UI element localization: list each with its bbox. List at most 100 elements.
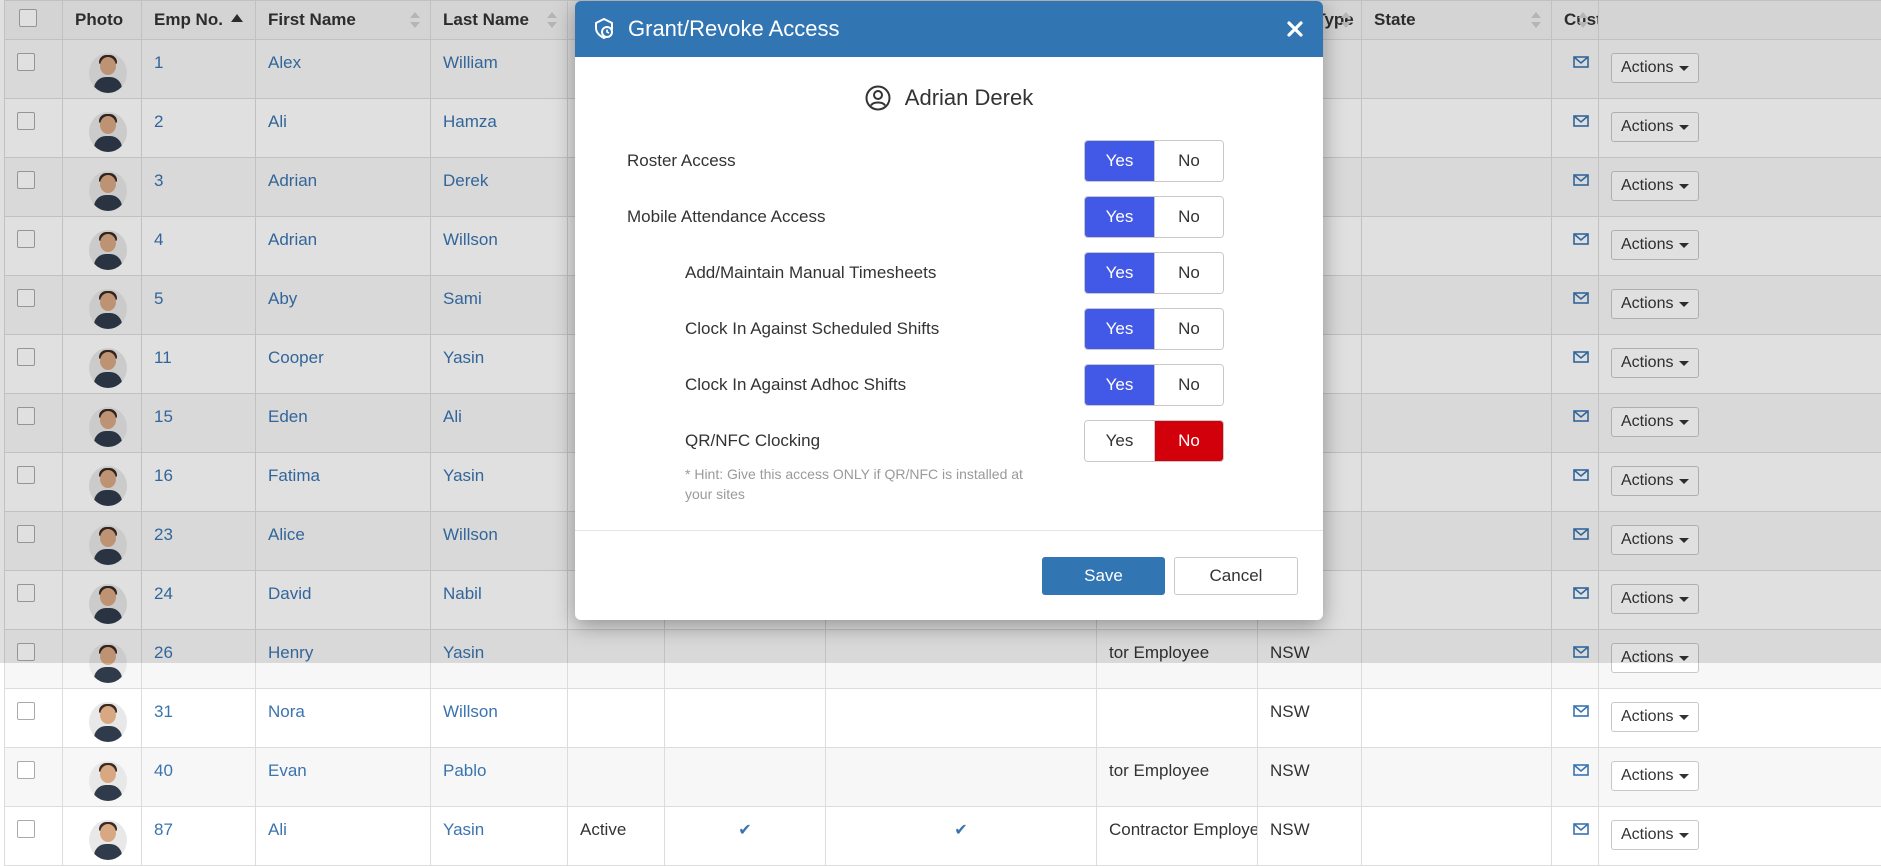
save-button[interactable]: Save xyxy=(1042,557,1165,595)
last-name-link[interactable]: Willson xyxy=(443,702,498,721)
yes-no-toggle[interactable]: YesNo xyxy=(1084,252,1224,294)
cancel-button[interactable]: Cancel xyxy=(1174,557,1298,595)
first-name-cell[interactable]: Nora xyxy=(256,689,431,748)
toggle-no-option[interactable]: No xyxy=(1154,197,1223,237)
emp-no-link[interactable]: 40 xyxy=(154,761,173,780)
mail-cell[interactable] xyxy=(1552,807,1599,866)
toggle-yes-option[interactable]: Yes xyxy=(1085,197,1154,237)
yes-no-toggle[interactable]: YesNo xyxy=(1084,364,1224,406)
permission-row: Clock In Against Adhoc ShiftsYesNo xyxy=(575,364,1323,408)
last-name-cell[interactable]: Pablo xyxy=(431,748,568,807)
toggle-no-option[interactable]: No xyxy=(1154,141,1223,181)
hidden-cell-1 xyxy=(665,689,826,748)
avatar xyxy=(89,820,127,860)
mail-icon[interactable] xyxy=(1573,764,1589,776)
employee-name: Adrian Derek xyxy=(905,85,1033,111)
row-checkbox[interactable] xyxy=(17,702,35,720)
emp-no-cell[interactable]: 87 xyxy=(142,807,256,866)
toggle-yes-option[interactable]: Yes xyxy=(1085,421,1154,461)
user-circle-icon xyxy=(865,85,891,111)
dialog-header: Grant/Revoke Access xyxy=(575,1,1323,57)
toggle-no-option[interactable]: No xyxy=(1154,309,1223,349)
employment-type-cell: tor Employee xyxy=(1097,748,1258,807)
actions-cell[interactable]: Actions xyxy=(1599,748,1881,807)
check-icon: ✔ xyxy=(954,822,967,839)
emp-no-cell[interactable]: 40 xyxy=(142,748,256,807)
yes-no-toggle[interactable]: YesNo xyxy=(1084,308,1224,350)
first-name-cell[interactable]: Ali xyxy=(256,807,431,866)
mail-cell[interactable] xyxy=(1552,748,1599,807)
hidden-cell-2 xyxy=(826,689,1097,748)
first-name-link[interactable]: Nora xyxy=(268,702,305,721)
customer-ref-cell xyxy=(1362,748,1552,807)
toggle-yes-option[interactable]: Yes xyxy=(1085,309,1154,349)
employment-type-text: tor Employee xyxy=(1109,761,1209,780)
mail-icon[interactable] xyxy=(1573,705,1589,717)
last-name-cell[interactable]: Willson xyxy=(431,689,568,748)
yes-no-toggle[interactable]: YesNo xyxy=(1084,420,1224,462)
actions-label: Actions xyxy=(1621,708,1673,726)
status-cell xyxy=(568,689,665,748)
yes-no-toggle[interactable]: YesNo xyxy=(1084,140,1224,182)
emp-no-link[interactable]: 31 xyxy=(154,702,173,721)
emp-no-link[interactable]: 87 xyxy=(154,820,173,839)
state-text: NSW xyxy=(1270,702,1310,721)
permission-label: Add/Maintain Manual Timesheets xyxy=(685,263,936,283)
first-name-link[interactable]: Evan xyxy=(268,761,307,780)
row-select-cell[interactable] xyxy=(5,748,63,807)
hidden-cell-1 xyxy=(665,748,826,807)
qr-nfc-hint: * Hint: Give this access ONLY if QR/NFC … xyxy=(685,464,1045,504)
permission-row: Add/Maintain Manual Timesheets YesNo xyxy=(575,252,1323,296)
actions-cell[interactable]: Actions xyxy=(1599,807,1881,866)
avatar xyxy=(89,702,127,742)
permission-row: QR/NFC Clocking YesNo xyxy=(575,420,1323,464)
actions-cell[interactable]: Actions xyxy=(1599,689,1881,748)
permission-label: Clock In Against Scheduled Shifts xyxy=(685,319,939,339)
mail-cell[interactable] xyxy=(1552,689,1599,748)
row-checkbox[interactable] xyxy=(17,761,35,779)
table-row[interactable]: 40 Evan Pablo tor Employee NSW Actions xyxy=(5,748,1881,807)
table-row[interactable]: 87 Ali Yasin Active ✔ ✔ Contractor Employee NSW… xyxy=(5,807,1881,866)
mail-icon[interactable] xyxy=(1573,823,1589,835)
first-name-link[interactable]: Ali xyxy=(268,820,287,839)
avatar xyxy=(89,761,127,801)
state-cell: NSW xyxy=(1258,689,1362,748)
state-text: NSW xyxy=(1270,761,1310,780)
toggle-yes-option[interactable]: Yes xyxy=(1085,365,1154,405)
last-name-link[interactable]: Yasin xyxy=(443,820,484,839)
photo-cell xyxy=(63,689,142,748)
toggle-no-option[interactable]: No xyxy=(1154,421,1223,461)
status-cell: Active xyxy=(568,807,665,866)
last-name-cell[interactable]: Yasin xyxy=(431,807,568,866)
emp-no-cell[interactable]: 31 xyxy=(142,689,256,748)
caret-down-icon xyxy=(1679,774,1689,779)
toggle-yes-option[interactable]: Yes xyxy=(1085,253,1154,293)
first-name-cell[interactable]: Evan xyxy=(256,748,431,807)
selected-employee: Adrian Derek xyxy=(575,85,1323,111)
permission-label: Mobile Attendance Access xyxy=(627,207,825,227)
last-name-link[interactable]: Pablo xyxy=(443,761,486,780)
caret-down-icon xyxy=(1679,715,1689,720)
actions-dropdown-button[interactable]: Actions xyxy=(1611,820,1699,850)
toggle-no-option[interactable]: No xyxy=(1154,253,1223,293)
row-select-cell[interactable] xyxy=(5,807,63,866)
permission-label: QR/NFC Clocking xyxy=(685,431,820,451)
customer-ref-cell xyxy=(1362,689,1552,748)
state-text: NSW xyxy=(1270,820,1310,839)
row-checkbox[interactable] xyxy=(17,820,35,838)
check-icon: ✔ xyxy=(738,822,751,839)
toggle-yes-option[interactable]: Yes xyxy=(1085,141,1154,181)
table-row[interactable]: 31 Nora Willson NSW Actions xyxy=(5,689,1881,748)
permission-row: Roster AccessYesNo xyxy=(575,140,1323,184)
caret-down-icon xyxy=(1679,833,1689,838)
employment-type-cell: Contractor Employee xyxy=(1097,807,1258,866)
close-icon[interactable] xyxy=(1285,19,1305,39)
employment-type-text: Contractor Employee xyxy=(1109,820,1258,839)
customer-ref-cell xyxy=(1362,807,1552,866)
actions-dropdown-button[interactable]: Actions xyxy=(1611,702,1699,732)
access-shield-icon xyxy=(592,17,616,41)
yes-no-toggle[interactable]: YesNo xyxy=(1084,196,1224,238)
row-select-cell[interactable] xyxy=(5,689,63,748)
actions-dropdown-button[interactable]: Actions xyxy=(1611,761,1699,791)
toggle-no-option[interactable]: No xyxy=(1154,365,1223,405)
